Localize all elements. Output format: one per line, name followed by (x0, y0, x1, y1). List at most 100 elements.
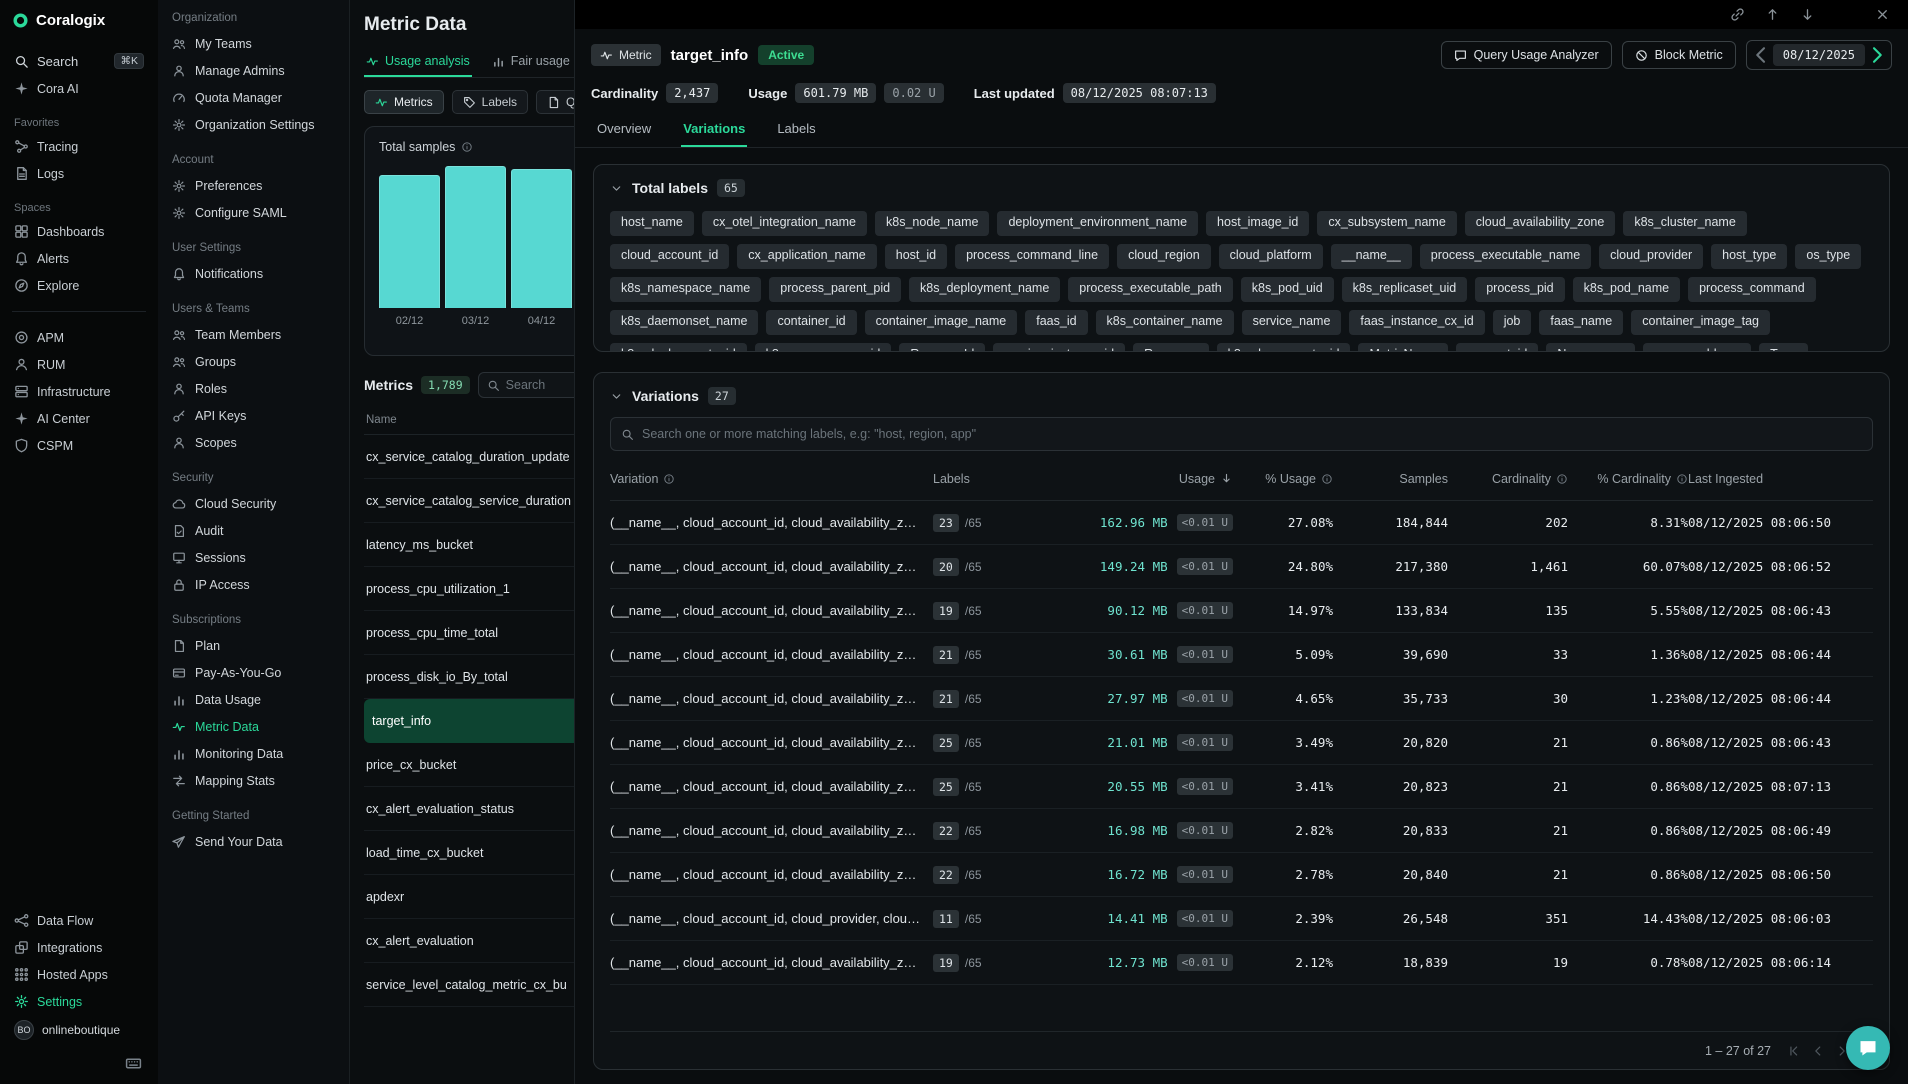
settings-item-plan[interactable]: Plan (170, 632, 337, 659)
variation-row[interactable]: (__name__, cloud_account_id, cloud_avail… (610, 941, 1873, 985)
chevron-down-icon[interactable] (610, 182, 623, 195)
block-metric-button[interactable]: Block Metric (1622, 41, 1736, 69)
sample-bar[interactable] (379, 175, 440, 308)
query-usage-analyzer-button[interactable]: Query Usage Analyzer (1441, 41, 1612, 69)
tab-usage-analysis[interactable]: Usage analysis (364, 50, 472, 77)
metric-row-cx-service-catalog-service-duration[interactable]: cx_service_catalog_service_duration (364, 479, 574, 523)
pagination-first-button[interactable] (1787, 1044, 1801, 1058)
sidebar-item-infrastructure[interactable]: Infrastructure (10, 378, 148, 405)
metric-row-price-cx-bucket[interactable]: price_cx_bucket (364, 743, 574, 787)
settings-item-notifications[interactable]: Notifications (170, 260, 337, 287)
arrow-down-button[interactable] (1800, 7, 1815, 22)
sidebar-item-settings[interactable]: Settings (10, 988, 148, 1015)
settings-item-ip-access[interactable]: IP Access (170, 571, 337, 598)
metric-row-latency-ms-bucket[interactable]: latency_ms_bucket (364, 523, 574, 567)
column-header-usage[interactable]: Usage (1023, 472, 1233, 486)
metric-row-process-disk-io-by-total[interactable]: process_disk_io_By_total (364, 655, 574, 699)
sidebar-item-hosted-apps[interactable]: Hosted Apps (10, 961, 148, 988)
sidebar-item-cspm[interactable]: CSPM (10, 432, 148, 459)
settings-item-quota-manager[interactable]: Quota Manager (170, 84, 337, 111)
account-switcher[interactable]: BO onlineboutique (10, 1015, 148, 1045)
variation-row[interactable]: (__name__, cloud_account_id, cloud_avail… (610, 589, 1873, 633)
settings-item-organization-settings[interactable]: Organization Settings (170, 111, 337, 138)
keyboard-shortcuts-button[interactable] (125, 1055, 142, 1072)
prev-day-button[interactable] (1749, 43, 1773, 67)
variation-row[interactable]: (__name__, cloud_account_id, cloud_avail… (610, 765, 1873, 809)
variation-row[interactable]: (__name__, cloud_account_id, cloud_provi… (610, 897, 1873, 941)
settings-item-mapping-stats[interactable]: Mapping Stats (170, 767, 337, 794)
sample-bar[interactable] (445, 166, 506, 308)
metric-row-process-cpu-utilization-1[interactable]: process_cpu_utilization_1 (364, 567, 574, 611)
sidebar-item-ai-center[interactable]: AI Center (10, 405, 148, 432)
variation-row[interactable]: (__name__, cloud_account_id, cloud_avail… (610, 633, 1873, 677)
tab-labels[interactable]: Labels (775, 115, 817, 147)
settings-item-send-your-data[interactable]: Send Your Data (170, 828, 337, 855)
tab-overview[interactable]: Overview (595, 115, 653, 147)
global-search[interactable]: Search ⌘K (10, 47, 148, 75)
close-button[interactable] (1875, 7, 1890, 22)
metric-row-cx-alert-evaluation[interactable]: cx_alert_evaluation (364, 919, 574, 963)
settings-item-configure-saml[interactable]: Configure SAML (170, 199, 337, 226)
settings-item-groups[interactable]: Groups (170, 348, 337, 375)
metric-row-load-time-cx-bucket[interactable]: load_time_cx_bucket (364, 831, 574, 875)
settings-item-sessions[interactable]: Sessions (170, 544, 337, 571)
pill-metrics[interactable]: Metrics (364, 90, 444, 114)
sidebar-item-tracing[interactable]: Tracing (10, 133, 148, 160)
settings-item-preferences[interactable]: Preferences (170, 172, 337, 199)
settings-item-pay-as-you-go[interactable]: Pay-As-You-Go (170, 659, 337, 686)
variation-row[interactable]: (__name__, cloud_account_id, cloud_avail… (610, 721, 1873, 765)
chevron-down-icon[interactable] (610, 390, 623, 403)
sidebar-item-data-flow[interactable]: Data Flow (10, 907, 148, 934)
info-icon[interactable] (461, 141, 473, 153)
metric-row-process-cpu-time-total[interactable]: process_cpu_time_total (364, 611, 574, 655)
date-value[interactable]: 08/12/2025 (1773, 44, 1865, 66)
variation-row[interactable]: (__name__, cloud_account_id, cloud_avail… (610, 853, 1873, 897)
sidebar-item-explore[interactable]: Explore (10, 272, 148, 299)
variation-row[interactable]: (__name__, cloud_account_id, cloud_avail… (610, 501, 1873, 545)
settings-item-team-members[interactable]: Team Members (170, 321, 337, 348)
variation-row[interactable]: (__name__, cloud_account_id, cloud_avail… (610, 677, 1873, 721)
send-icon (172, 835, 186, 849)
metrics-search-input[interactable] (506, 378, 574, 392)
pill-que[interactable]: Que (536, 90, 574, 114)
sidebar-item-dashboards[interactable]: Dashboards (10, 218, 148, 245)
sidebar-item-cora-ai[interactable]: Cora AI (10, 75, 148, 102)
tab-fair-usage[interactable]: Fair usage (490, 50, 572, 77)
metrics-search[interactable] (478, 372, 574, 398)
metric-row-cx-service-catalog-duration-update[interactable]: cx_service_catalog_duration_update (364, 435, 574, 479)
label-chip: k8s_namespace_name (610, 277, 761, 302)
next-day-button[interactable] (1865, 43, 1889, 67)
variations-search[interactable] (610, 417, 1873, 451)
sidebar-item-rum[interactable]: RUM (10, 351, 148, 378)
variations-search-input[interactable] (642, 427, 1862, 441)
metric-row-target-info[interactable]: target_info (364, 699, 574, 743)
settings-item-my-teams[interactable]: My Teams (170, 30, 337, 57)
arrow-up-button[interactable] (1765, 7, 1780, 22)
sidebar-item-logs[interactable]: Logs (10, 160, 148, 187)
settings-item-cloud-security[interactable]: Cloud Security (170, 490, 337, 517)
metric-row-cx-alert-evaluation-status[interactable]: cx_alert_evaluation_status (364, 787, 574, 831)
settings-item-audit[interactable]: Audit (170, 517, 337, 544)
tab-variations[interactable]: Variations (681, 115, 747, 147)
sidebar-item-integrations[interactable]: Integrations (10, 934, 148, 961)
chat-widget-button[interactable] (1846, 1026, 1890, 1070)
settings-item-metric-data[interactable]: Metric Data (170, 713, 337, 740)
pagination-prev-button[interactable] (1811, 1044, 1825, 1058)
link-button[interactable] (1730, 7, 1745, 22)
sample-bar[interactable] (511, 169, 572, 308)
sidebar-item-apm[interactable]: APM (10, 324, 148, 351)
settings-item-data-usage[interactable]: Data Usage (170, 686, 337, 713)
metric-row-service-level-catalog-metric-cx-bu[interactable]: service_level_catalog_metric_cx_bu (364, 963, 574, 1007)
variation-row[interactable]: (__name__, cloud_account_id, cloud_avail… (610, 809, 1873, 853)
settings-item-roles[interactable]: Roles (170, 375, 337, 402)
brand[interactable]: Coralogix (12, 12, 146, 29)
pill-labels[interactable]: Labels (452, 90, 528, 114)
metric-row-apdexr[interactable]: apdexr (364, 875, 574, 919)
settings-item-scopes[interactable]: Scopes (170, 429, 337, 456)
settings-item-monitoring-data[interactable]: Monitoring Data (170, 740, 337, 767)
settings-item-api-keys[interactable]: API Keys (170, 402, 337, 429)
flow-icon (14, 913, 29, 928)
settings-item-manage-admins[interactable]: Manage Admins (170, 57, 337, 84)
sidebar-item-alerts[interactable]: Alerts (10, 245, 148, 272)
variation-row[interactable]: (__name__, cloud_account_id, cloud_avail… (610, 545, 1873, 589)
